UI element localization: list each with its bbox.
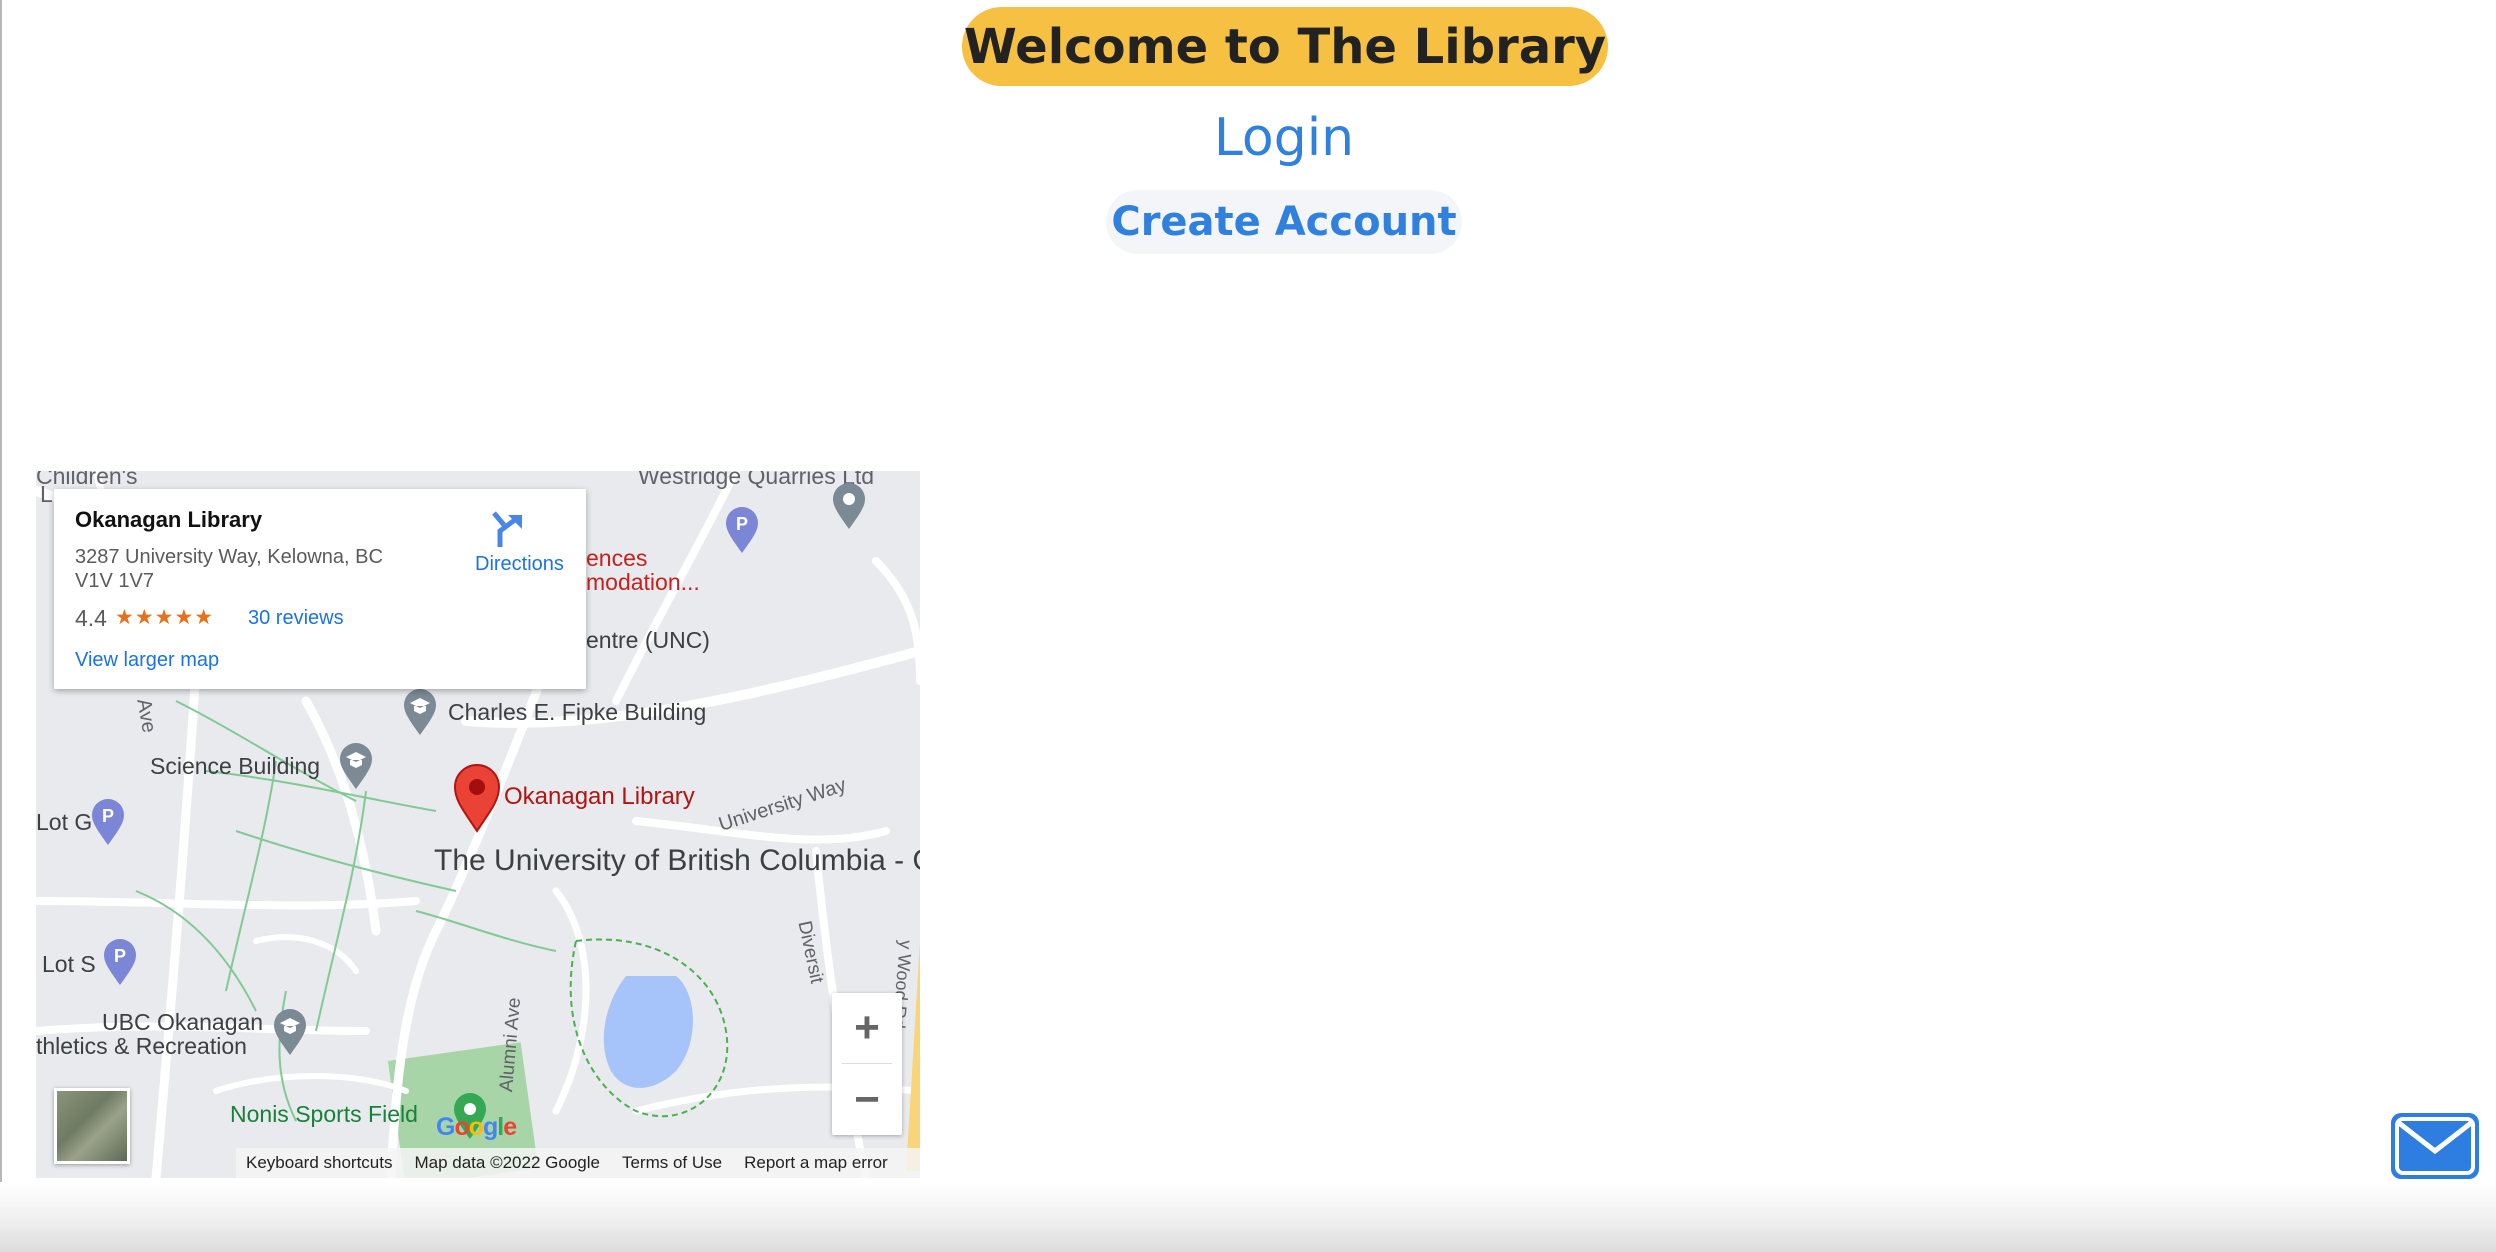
create-account-button[interactable]: Create Account: [1106, 190, 1462, 254]
map-label-sciences: ences: [586, 545, 648, 571]
map-label-lot-s: Lot S: [42, 951, 96, 977]
parking-icon[interactable]: P: [90, 797, 126, 847]
map-label-ubc-athletics-1: UBC Okanagan: [102, 1009, 264, 1035]
terms-link[interactable]: Terms of Use: [622, 1153, 722, 1173]
login-link[interactable]: Login: [1150, 100, 1418, 176]
parking-icon[interactable]: P: [102, 937, 138, 987]
map-data-text: Map data ©2022 Google: [414, 1153, 600, 1172]
star-rating-icon: ★★★★★: [115, 606, 215, 629]
poi-pin-icon[interactable]: [831, 481, 867, 531]
google-logo: Google: [436, 1113, 517, 1141]
map-label-ubc-athletics-2: thletics & Recreation: [36, 1033, 247, 1059]
map-label-accommodation: modation...: [586, 569, 700, 595]
mail-button[interactable]: [2391, 1113, 2479, 1179]
map-label-fipke: Charles E. Fipke Building: [448, 699, 707, 725]
school-icon[interactable]: [402, 687, 438, 737]
map-label-ubc: The University of British Columbia - Oka…: [434, 845, 920, 877]
report-error-link[interactable]: Report a map error: [744, 1153, 888, 1173]
library-pin-icon[interactable]: [452, 763, 502, 833]
map-label-l: L: [40, 481, 53, 507]
zoom-divider: [842, 1063, 892, 1064]
svg-text:P: P: [114, 946, 126, 966]
mail-icon: [2395, 1117, 2475, 1175]
map-label-science-building: Science Building: [150, 753, 321, 779]
school-icon[interactable]: [272, 1007, 308, 1057]
page-bottom-shade: [0, 1182, 2496, 1252]
map-label-nonis: Nonis Sports Field: [230, 1101, 418, 1127]
place-info-card: Okanagan Library 3287 University Way, Ke…: [54, 489, 586, 689]
map-label-lot-g: Lot G: [36, 809, 93, 835]
satellite-toggle[interactable]: [54, 1088, 130, 1164]
zoom-in-button[interactable]: +: [832, 993, 902, 1063]
map-label-unc: entre (UNC): [586, 627, 710, 653]
window-left-edge: [0, 0, 2, 1252]
school-icon[interactable]: [338, 741, 374, 791]
zoom-control: + −: [832, 993, 902, 1135]
zoom-out-button[interactable]: −: [832, 1065, 902, 1135]
reviews-link[interactable]: 30 reviews: [248, 607, 344, 630]
map-footer: Keyboard shortcuts Map data ©2022 Google…: [236, 1148, 920, 1178]
place-name: Okanagan Library: [75, 507, 263, 532]
view-larger-map-link[interactable]: View larger map: [75, 649, 219, 672]
map-label-okanagan-library: Okanagan Library: [504, 783, 695, 810]
place-rating: 4.4: [75, 605, 107, 631]
welcome-text: Welcome to The Library: [963, 18, 1607, 75]
directions-link[interactable]: Directions: [475, 553, 564, 576]
parking-icon[interactable]: P: [724, 505, 760, 555]
place-address: 3287 University Way, Kelowna, BC V1V 1V7: [75, 546, 383, 592]
keyboard-shortcuts-link[interactable]: Keyboard shortcuts: [246, 1153, 392, 1173]
welcome-banner: Welcome to The Library: [962, 7, 1608, 86]
svg-text:P: P: [102, 806, 114, 826]
embedded-map[interactable]: Children's L Westridge Quarries Ltd ence…: [36, 471, 920, 1178]
directions-icon[interactable]: [490, 509, 526, 549]
svg-text:P: P: [736, 514, 748, 534]
